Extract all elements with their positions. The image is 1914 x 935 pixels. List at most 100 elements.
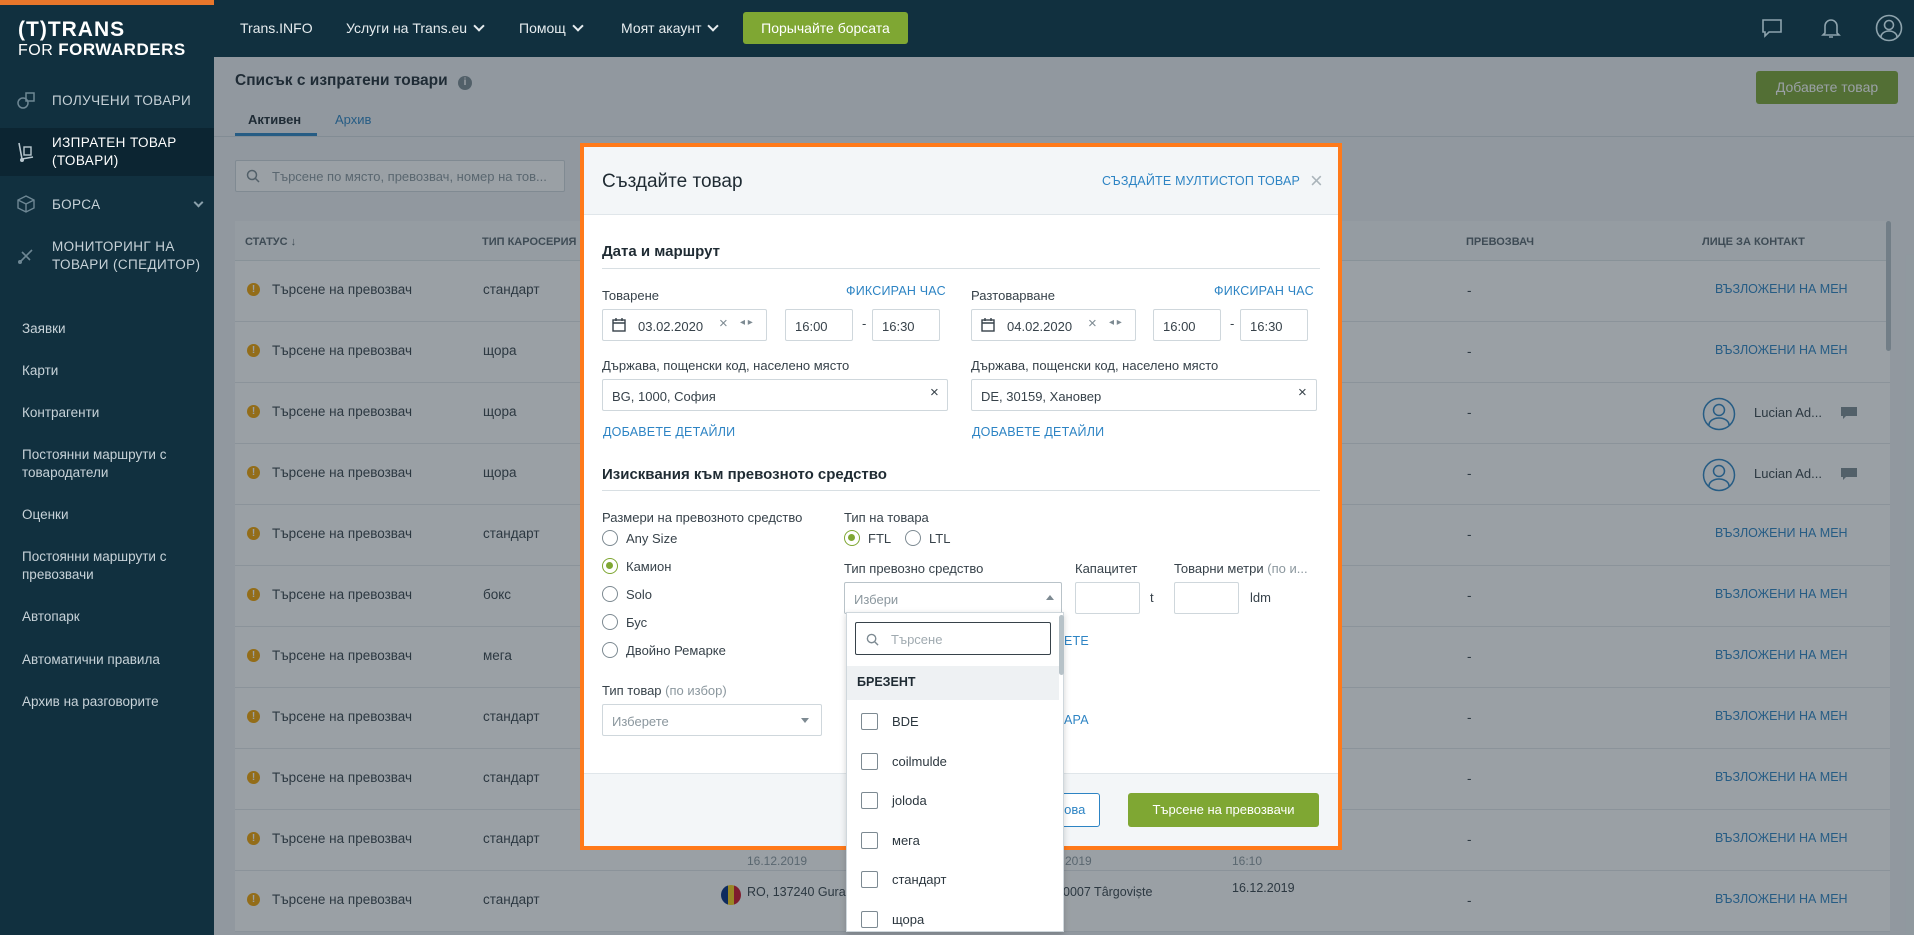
goods-type-select[interactable]: Изберете (602, 704, 822, 736)
divider (602, 490, 1320, 491)
logo[interactable]: (T)TRANS FOR FORWARDERS (18, 18, 186, 60)
unloading-fixed-time-link[interactable]: ФИКСИРАН ЧАС (1214, 284, 1314, 298)
dropdown-group-header: БРЕЗЕНТ (847, 666, 1059, 700)
dropdown-option[interactable]: coilmulde (861, 752, 947, 770)
date-arrows-icon[interactable]: ◂ ▸ (740, 317, 753, 328)
vehicle-type-label: Тип превозно средство (844, 561, 984, 576)
clear-icon[interactable]: × (1088, 315, 1097, 332)
section-vehicle-requirements: Изисквания към превозното средство (602, 466, 887, 483)
size-truck-radio[interactable]: Камион (602, 558, 671, 574)
loading-fixed-time-link[interactable]: ФИКСИРАН ЧАС (846, 284, 946, 298)
sidebar-link-maps[interactable]: Карти (22, 362, 202, 380)
order-exchange-button[interactable]: Порычайте борсата (743, 12, 908, 44)
sidebar-item-label: МОНИТОРИНГ НА (52, 239, 175, 254)
sidebar-link-ratings[interactable]: Оценки (22, 506, 202, 524)
checkbox-icon[interactable] (861, 871, 878, 888)
loading-time-to[interactable]: 16:30 (872, 309, 940, 341)
unloading-location-input[interactable]: DE, 30159, Хановер (971, 379, 1317, 411)
topnav-services[interactable]: Услуги на Trans.eu (346, 20, 485, 36)
sidebar-link-carrier-routes[interactable]: Постоянни маршрути с превозвачи (22, 548, 202, 584)
clear-icon[interactable]: × (719, 315, 728, 332)
close-icon[interactable]: × (1310, 168, 1323, 194)
size-any-radio[interactable]: Any Size (602, 530, 677, 546)
clear-icon[interactable]: × (1298, 384, 1307, 401)
load-ltl-radio[interactable]: LTL (905, 530, 950, 546)
clear-icon[interactable]: × (930, 384, 939, 401)
sidebar-link-shipper-routes[interactable]: Постоянни маршрути с товародатели (22, 446, 202, 482)
chevron-down-icon (707, 20, 720, 32)
sidebar-link-auto-rules[interactable]: Автоматични правила (22, 651, 202, 669)
topnav-transinfo[interactable]: Trans.INFO (240, 20, 313, 36)
section-date-route: Дата и маршрут (602, 243, 721, 260)
vehicle-type-dropdown: Търсене БРЕЗЕНТ BDE coilmulde joloda мега ст… (846, 612, 1064, 932)
user-avatar-icon[interactable] (1875, 14, 1903, 45)
dropdown-scrollbar[interactable] (1059, 615, 1064, 675)
time-separator: - (1230, 316, 1235, 331)
ldm-unit: ldm (1250, 590, 1271, 605)
dropdown-option[interactable]: BDE (861, 713, 919, 730)
divider (602, 268, 1320, 269)
sidebar: (T)TRANS FOR FORWARDERS ПОЛУЧЕНИ ТОВАРИ … (0, 0, 214, 935)
calendar-icon (612, 318, 626, 335)
sidebar-item-label-2: (ТОВАРИ) (52, 153, 119, 168)
checkbox-icon[interactable] (861, 792, 878, 809)
topnav-help[interactable]: Помощ (519, 20, 584, 36)
unloading-add-details-link[interactable]: ДОБАВЕТЕ ДЕТАЙЛИ (972, 425, 1104, 439)
sidebar-item-label: БОРСА (52, 196, 101, 212)
loading-add-details-link[interactable]: ДОБАВЕТЕ ДЕТАЙЛИ (603, 425, 735, 439)
ldm-input[interactable] (1174, 582, 1239, 614)
dropdown-option[interactable]: щора (861, 910, 924, 928)
satellite-icon (14, 244, 38, 268)
chevron-down-icon (572, 20, 584, 32)
logo-line2: FOR FORWARDERS (18, 40, 186, 59)
dropdown-search-input[interactable]: Търсене (855, 622, 1051, 655)
radio-icon (602, 642, 618, 658)
radio-icon (602, 614, 618, 630)
size-van-radio[interactable]: Бус (602, 614, 647, 630)
hand-truck-icon (14, 140, 38, 164)
create-multistop-link[interactable]: СЪЗДАЙТЕ МУЛТИСТОП ТОВАР (1102, 174, 1300, 188)
chat-icon[interactable] (1760, 17, 1784, 42)
sidebar-item-exchange[interactable]: БОРСА (0, 186, 214, 222)
topnav-account[interactable]: Моят акаунт (621, 20, 720, 36)
loading-location-input[interactable]: BG, 1000, София (602, 379, 948, 411)
unloading-time-to[interactable]: 16:30 (1240, 309, 1308, 341)
capacity-input[interactable] (1075, 582, 1140, 614)
modal-title: Създайте товар (602, 171, 743, 192)
size-double-trailer-radio[interactable]: Двойно Ремарке (602, 642, 726, 658)
loading-location-label: Държава, пощенски код, населено място (602, 358, 850, 373)
date-arrows-icon[interactable]: ◂ ▸ (1109, 317, 1122, 328)
size-solo-radio[interactable]: Solo (602, 586, 652, 602)
bell-icon[interactable] (1820, 16, 1842, 43)
sidebar-link-orders[interactable]: Заявки (22, 320, 202, 338)
search-carriers-button[interactable]: Търсене на превозвачи (1128, 793, 1319, 827)
loading-time-from[interactable]: 16:00 (785, 309, 853, 341)
sidebar-link-chat-archive[interactable]: Архив на разговорите (22, 693, 202, 711)
sidebar-item-received[interactable]: ПОЛУЧЕНИ ТОВАРИ (0, 82, 214, 118)
unloading-time-from[interactable]: 16:00 (1153, 309, 1221, 341)
sidebar-link-fleet[interactable]: Автопарк (22, 608, 202, 626)
capacity-label: Капацитет (1075, 561, 1138, 576)
boxes-icon (14, 88, 38, 112)
partial-link-2[interactable]: АРА (1064, 713, 1089, 727)
checkbox-icon[interactable] (861, 752, 878, 770)
loading-label: Товарене (602, 288, 660, 303)
sidebar-item-sent[interactable]: ИЗПРАТЕН ТОВАР (ТОВАРИ) (0, 128, 214, 176)
dropdown-option[interactable]: мега (861, 831, 920, 849)
load-type-label: Тип на товара (844, 510, 929, 525)
dropdown-option[interactable]: joloda (861, 792, 927, 809)
sidebar-link-contractors[interactable]: Контрагенти (22, 404, 202, 422)
sidebar-item-monitoring[interactable]: МОНИТОРИНГ НА ТОВАРИ (СПЕДИТОР) (0, 232, 214, 280)
radio-icon (602, 586, 618, 602)
vehicle-type-select[interactable]: Избери (844, 582, 1062, 614)
checkbox-icon[interactable] (861, 713, 878, 730)
sidebar-item-label: ПОЛУЧЕНИ ТОВАРИ (52, 92, 192, 108)
checkbox-icon[interactable] (861, 910, 878, 928)
load-ftl-radio[interactable]: FTL (844, 530, 891, 546)
dropdown-option[interactable]: стандарт (861, 871, 946, 888)
vehicle-size-label: Размери на превозното средство (602, 510, 803, 525)
checkbox-icon[interactable] (861, 831, 878, 849)
chevron-down-icon (193, 197, 204, 208)
partial-link[interactable]: ЕТЕ (1064, 634, 1089, 648)
logo-line1: (T)TRANS (18, 18, 126, 41)
